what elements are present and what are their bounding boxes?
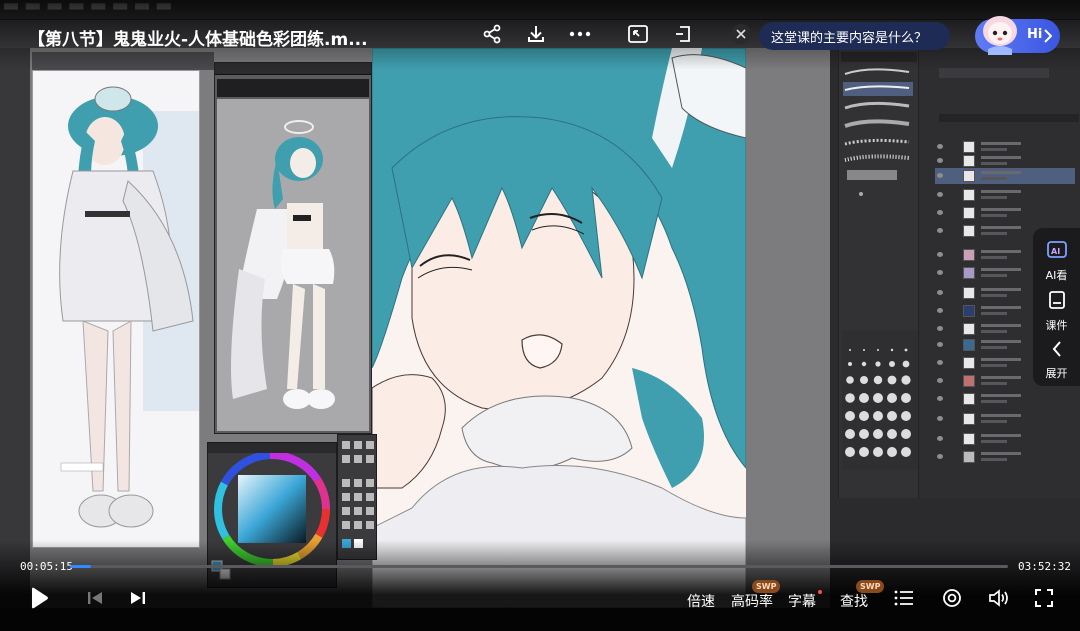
courseware-button[interactable]: 课件 [1033, 290, 1080, 333]
chevron-right-icon [1044, 28, 1053, 47]
volume-button[interactable] [987, 588, 1011, 612]
current-time: 00:05:15 [20, 560, 73, 573]
progress-bar[interactable] [70, 565, 1008, 568]
play-icon [29, 587, 49, 613]
bitrate-button[interactable]: 高码率 [731, 591, 773, 611]
video-player[interactable]: ▇▇▇▇▇▇▇▇▇▇▇▇▇▇▇▇▇▇▇▇▇▇▇▇ [0, 0, 1080, 631]
assistant-avatar [978, 13, 1022, 55]
loop-button[interactable] [940, 588, 964, 612]
previous-button[interactable] [84, 588, 106, 612]
expand-label: 展开 [1045, 367, 1068, 380]
reference-image-panel [32, 70, 200, 548]
side-dock: AI AI看 课件 展开 [1033, 228, 1080, 386]
share-icon[interactable] [478, 20, 506, 48]
more-icon[interactable] [566, 20, 594, 48]
navigator-thumbnail [217, 99, 369, 431]
subtitle-button[interactable]: 字幕 [788, 591, 816, 611]
chevron-left-icon [1051, 340, 1063, 362]
next-button[interactable] [127, 588, 149, 612]
total-time: 03:52:32 [1018, 560, 1071, 573]
brush-size-grid [842, 330, 918, 470]
reference-figure-image [33, 71, 199, 547]
skip-previous-icon [87, 590, 103, 610]
expand-button[interactable]: 展开 [1033, 340, 1080, 381]
close-icon[interactable] [731, 24, 751, 44]
navigator-toolbar [217, 79, 369, 97]
cast-icon[interactable] [670, 20, 698, 48]
courseware-label: 课件 [1045, 319, 1068, 332]
svg-text:AI: AI [1051, 247, 1060, 256]
subtitle-notification-dot [818, 590, 822, 594]
ai-watch-label: AI看 [1045, 269, 1068, 282]
volume-icon [988, 588, 1010, 612]
swp-badge: SWP [856, 580, 885, 593]
ai-question-bubble[interactable]: 这堂课的主要内容是什么？ [759, 22, 950, 50]
search-button[interactable]: 查找 [840, 591, 868, 611]
playlist-button[interactable] [892, 588, 916, 612]
ai-watch-icon: AI [1046, 240, 1068, 264]
app-tool-strip [0, 48, 30, 608]
video-title: 【第八节】鬼鬼业火-人体基础色彩团练.m... [28, 30, 368, 50]
hi-label: Hi [1027, 27, 1043, 42]
main-drawing-canvas [372, 48, 746, 608]
progress-fill [70, 565, 92, 568]
fullscreen-button[interactable] [1032, 588, 1056, 612]
loop-icon [942, 588, 962, 612]
playlist-icon [894, 590, 914, 610]
bottom-gradient [0, 540, 1080, 631]
download-icon[interactable] [522, 20, 550, 48]
play-button[interactable] [26, 587, 52, 613]
picture-in-picture-icon[interactable] [624, 20, 652, 48]
swp-badge: SWP [752, 580, 781, 593]
courseware-icon [1047, 290, 1067, 314]
fullscreen-icon [1034, 588, 1054, 612]
navigator-panel [214, 62, 372, 434]
ai-watch-button[interactable]: AI AI看 [1033, 240, 1080, 283]
playback-speed-button[interactable]: 倍速 [687, 591, 715, 611]
zoomed-character-painting [372, 48, 746, 608]
skip-next-icon [130, 590, 146, 610]
